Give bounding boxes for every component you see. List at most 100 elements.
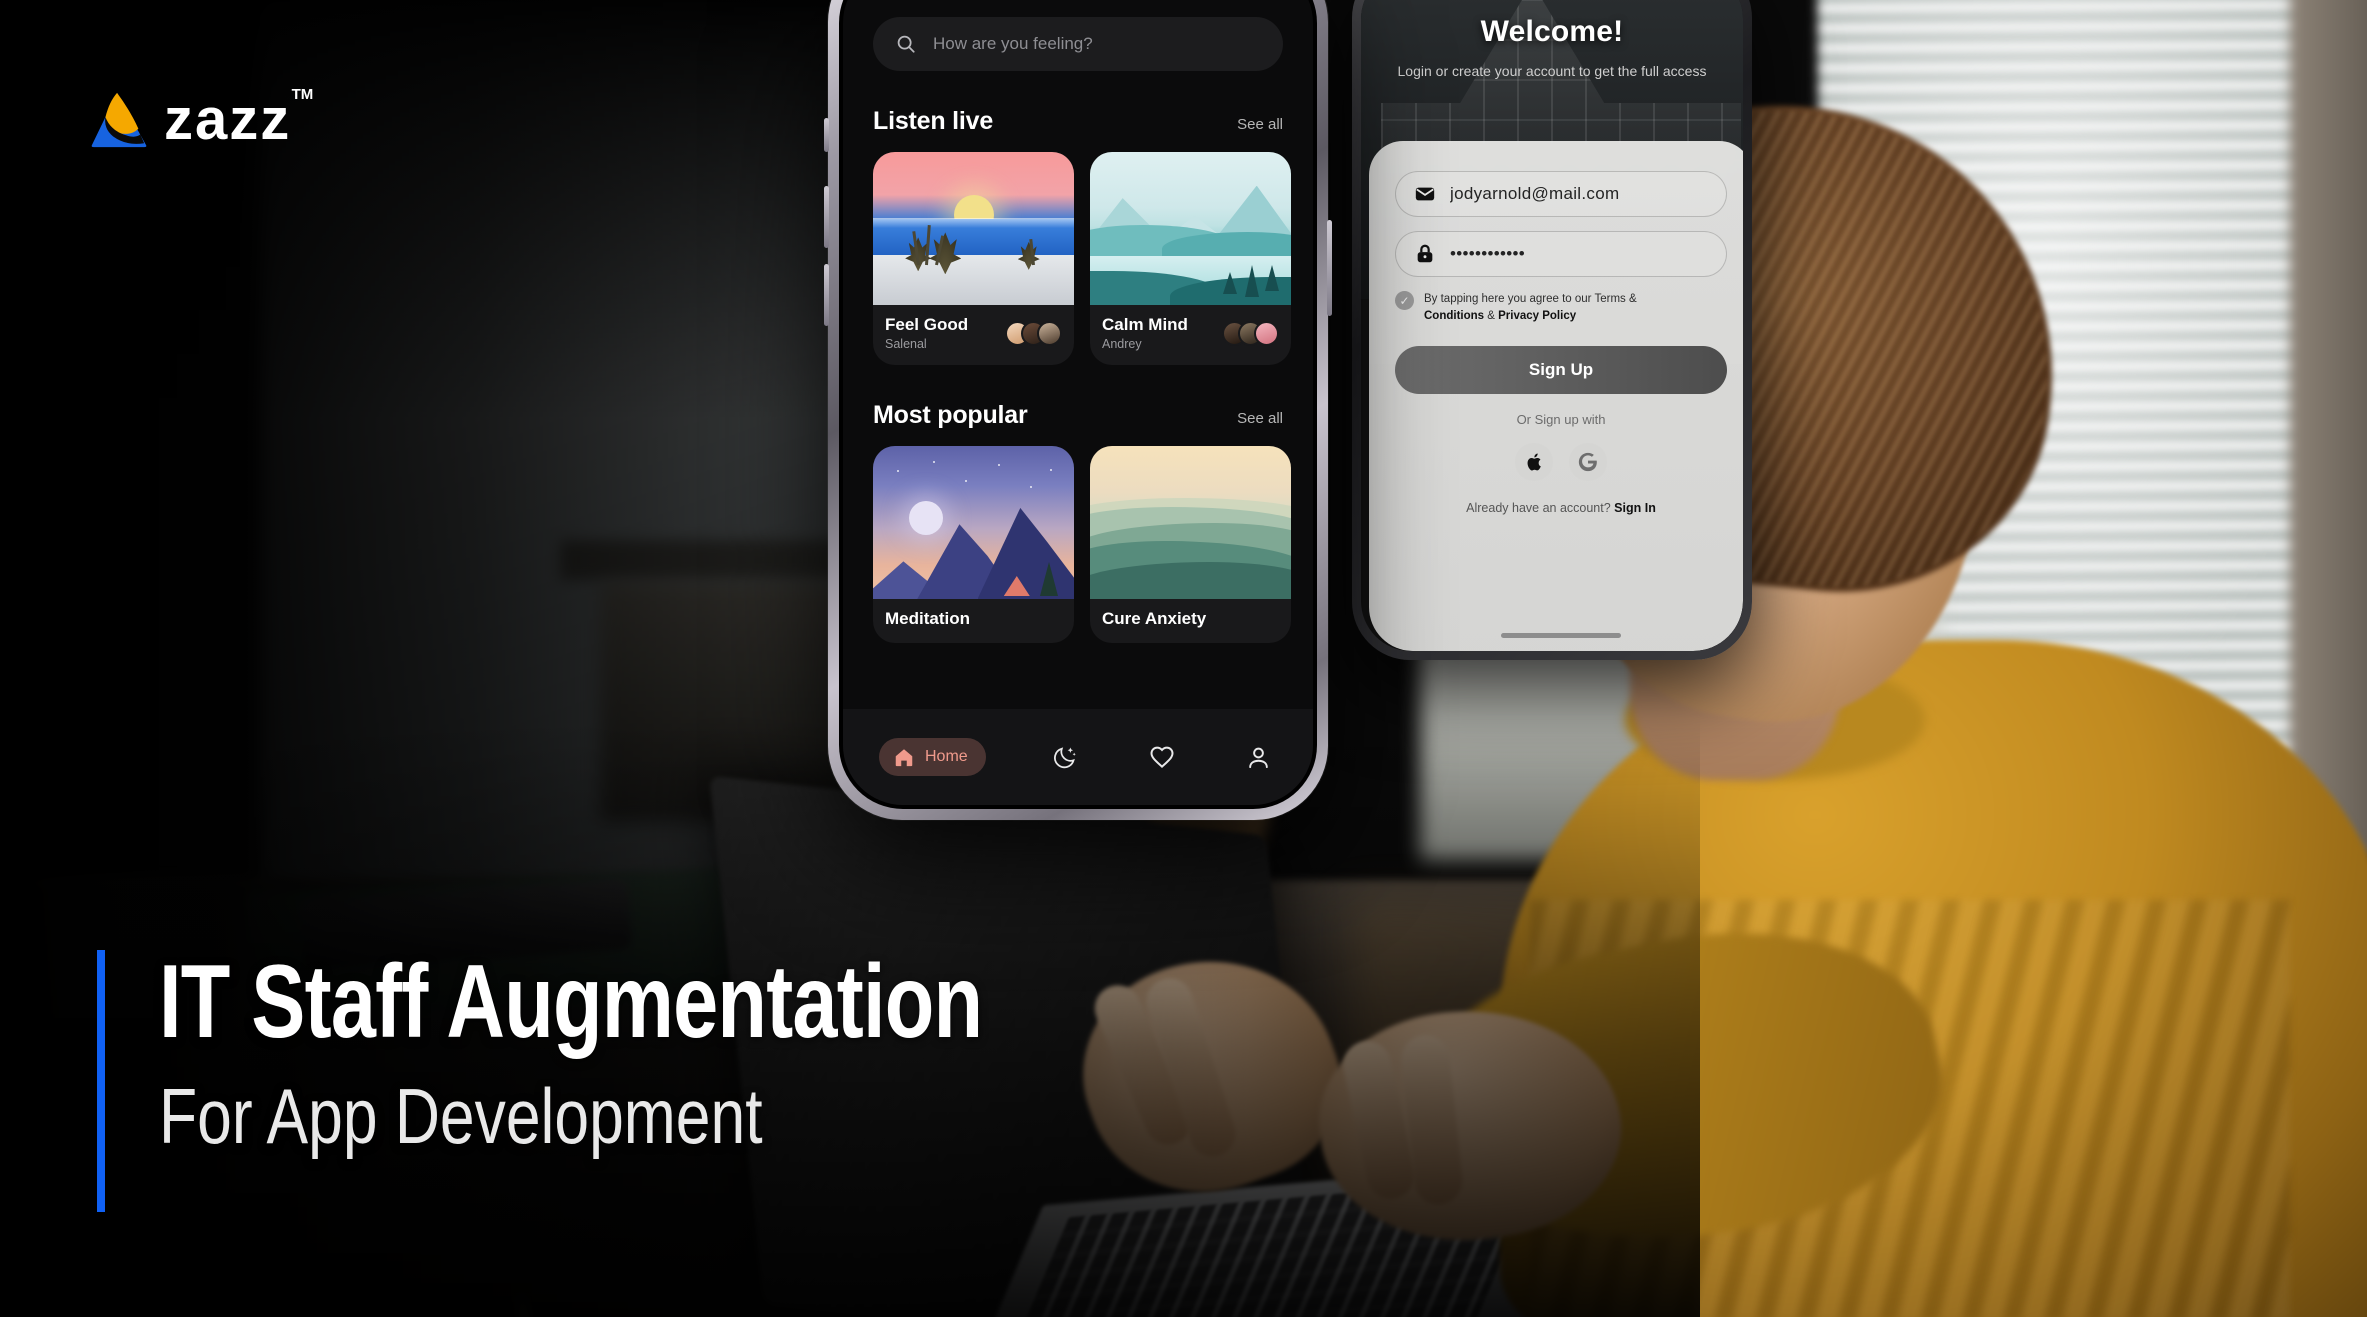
hero-headline-block: IT Staff Augmentation For App Developmen… <box>97 950 1215 1212</box>
trademark-symbol: TM <box>291 86 314 103</box>
already-have-account-row[interactable]: Already have an account? Sign In <box>1395 501 1727 515</box>
see-all-link[interactable]: See all <box>1237 116 1283 133</box>
section-header-listen-live: Listen live See all <box>873 107 1283 136</box>
search-bar[interactable]: How are you feeling? <box>873 17 1283 71</box>
card-title: Cure Anxiety <box>1102 609 1207 628</box>
card-artwork-desert-sunset <box>873 152 1074 305</box>
home-icon <box>895 749 913 767</box>
section-title: Listen live <box>873 107 994 135</box>
media-card[interactable]: Cure Anxiety <box>1090 446 1291 643</box>
card-title: Feel Good <box>885 315 969 334</box>
already-have-account-text: Already have an account? <box>1466 500 1615 515</box>
brand-name: zazz <box>164 87 292 152</box>
see-all-link[interactable]: See all <box>1237 410 1283 427</box>
sign-in-link[interactable]: Sign In <box>1614 501 1656 515</box>
avatar-group <box>1005 320 1062 346</box>
card-meta: Feel Good Salenal <box>873 305 1074 365</box>
email-value: jodyarnold@mail.com <box>1450 184 1620 203</box>
section-title: Most popular <box>873 401 1028 429</box>
nav-item-home[interactable]: Home <box>879 738 986 776</box>
mute-switch[interactable] <box>824 118 829 152</box>
window-frame-pillar <box>2290 0 2367 860</box>
media-card[interactable]: Feel Good Salenal <box>873 152 1074 365</box>
mist-band <box>873 217 1074 229</box>
card-names: Cure Anxiety <box>1102 609 1279 629</box>
card-title: Meditation <box>885 609 970 628</box>
avatar <box>1254 320 1279 346</box>
lock-icon <box>1417 244 1433 263</box>
nav-item-profile[interactable] <box>1241 739 1277 775</box>
brand-logo[interactable]: zazz TM <box>88 87 313 150</box>
password-value: •••••••••••• <box>1450 244 1526 263</box>
email-field[interactable]: jodyarnold@mail.com <box>1395 171 1727 217</box>
card-subtitle: Salenal <box>885 337 927 351</box>
media-card[interactable]: Meditation <box>873 446 1074 643</box>
nav-home-label: Home <box>925 748 968 765</box>
terms-text: By tapping here you agree to our Terms &… <box>1424 291 1637 326</box>
envelope-icon <box>1415 187 1435 201</box>
phone-mockup-login: Welcome! Login or create your account to… <box>1352 0 1752 660</box>
google-icon <box>1578 452 1597 471</box>
apple-icon <box>1527 453 1541 470</box>
headline-text-group: IT Staff Augmentation For App Developmen… <box>159 950 1215 1212</box>
pine-tree <box>1244 265 1259 298</box>
avatar <box>1037 320 1062 346</box>
phone-mockup-meditation: Let's Meditate now How are you feeling? … <box>824 0 1332 820</box>
or-signup-label: Or Sign up with <box>1516 411 1606 427</box>
moon-shape <box>909 501 944 536</box>
search-placeholder: How are you feeling? <box>933 34 1093 53</box>
media-card[interactable]: Calm Mind Andrey <box>1090 152 1291 365</box>
phone-bezel: Let's Meditate now How are you feeling? … <box>839 0 1317 809</box>
card-artwork-teal-lake <box>1090 152 1291 305</box>
phone-login-screen: Welcome! Login or create your account to… <box>1361 0 1743 651</box>
brand-wordmark: zazz TM <box>164 87 313 149</box>
search-icon <box>897 35 915 53</box>
sand-band <box>873 254 1074 305</box>
nav-item-sleep[interactable] <box>1047 739 1083 775</box>
apple-signin-button[interactable] <box>1515 442 1553 481</box>
card-names: Calm Mind Andrey <box>1102 315 1222 351</box>
page-title: IT Staff Augmentation <box>159 944 983 1060</box>
mountain-shape <box>977 507 1074 599</box>
moon-sparkle-icon <box>1054 746 1077 768</box>
card-artwork-night-mountains <box>873 446 1074 599</box>
card-meta: Cure Anxiety <box>1090 599 1291 643</box>
bottom-navigation-bar: Home <box>843 709 1313 805</box>
volume-up-button[interactable] <box>824 186 829 248</box>
person-icon <box>1249 747 1269 768</box>
terms-mid: & <box>1484 310 1499 323</box>
login-title: Welcome! <box>1480 15 1624 48</box>
login-subtitle: Login or create your account to get the … <box>1397 63 1707 79</box>
home-indicator <box>1501 633 1621 638</box>
card-names: Meditation <box>885 609 1062 629</box>
card-subtitle: Andrey <box>1102 337 1142 351</box>
volume-down-button[interactable] <box>824 264 829 326</box>
card-title: Calm Mind <box>1102 315 1188 334</box>
zazz-logo-mark <box>91 92 147 148</box>
card-meta: Calm Mind Andrey <box>1090 305 1291 365</box>
terms-row[interactable]: ✓ By tapping here you agree to our Terms… <box>1395 291 1727 326</box>
sign-up-button[interactable]: Sign Up <box>1395 345 1727 394</box>
power-button[interactable] <box>1327 220 1332 316</box>
phone-meditation-screen: Let's Meditate now How are you feeling? … <box>843 0 1313 805</box>
terms-conditions-link[interactable]: Conditions <box>1424 310 1484 322</box>
most-popular-card-row: Meditation Cure Anxiety <box>873 446 1291 643</box>
heart-icon <box>1150 746 1174 769</box>
ridge-shape <box>1090 562 1291 599</box>
listen-live-card-row: Feel Good Salenal Calm Mind Andrey <box>873 152 1291 365</box>
terms-prefix: By tapping here you agree to our Terms & <box>1424 293 1637 305</box>
card-names: Feel Good Salenal <box>885 315 1005 351</box>
terms-checkbox[interactable]: ✓ <box>1395 291 1414 310</box>
nav-item-favorites[interactable] <box>1144 739 1180 775</box>
social-login-row <box>1395 442 1727 481</box>
login-form-card: jodyarnold@mail.com •••••••••••• ✓ By ta… <box>1369 141 1743 651</box>
pine-tree <box>1264 265 1279 292</box>
avatar-group <box>1222 320 1279 346</box>
password-field[interactable]: •••••••••••• <box>1395 231 1727 277</box>
google-signin-button[interactable] <box>1569 442 1607 481</box>
pine-tree <box>1222 272 1237 295</box>
section-header-most-popular: Most popular See all <box>873 401 1283 430</box>
card-meta: Meditation <box>873 599 1074 643</box>
page-subtitle: For App Development <box>159 1072 763 1160</box>
terms-privacy-link[interactable]: Privacy Policy <box>1498 310 1576 322</box>
